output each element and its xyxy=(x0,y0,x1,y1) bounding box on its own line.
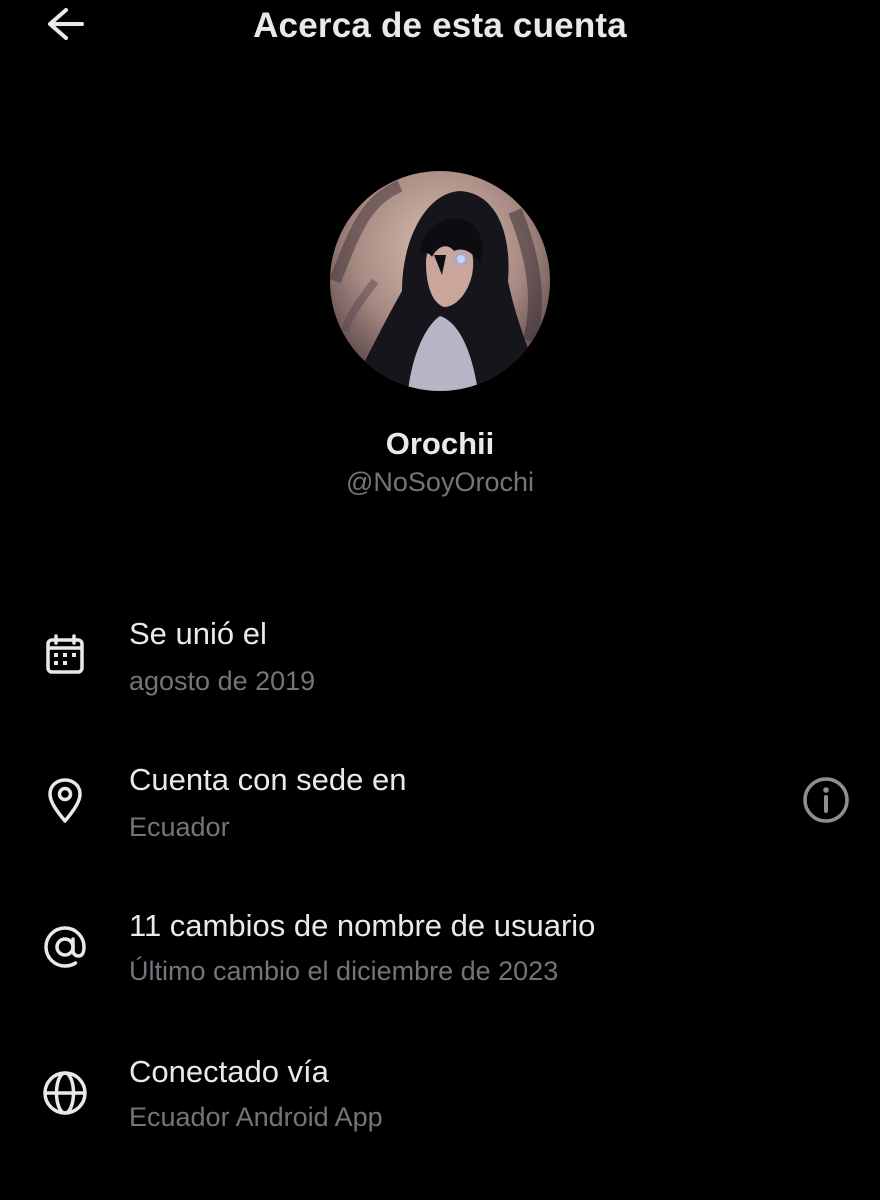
joined-date-row: Se unió el agosto de 2019 xyxy=(0,608,880,718)
location-value: Ecuador xyxy=(129,812,230,842)
avatar[interactable] xyxy=(330,171,550,391)
username-changes-label: 11 cambios de nombre de usuario xyxy=(129,908,596,943)
display-name: Orochii xyxy=(385,426,495,461)
top-bar: Acerca de esta cuenta xyxy=(0,0,880,56)
connected-via-row: Conectado vía Ecuador Android App xyxy=(0,1046,880,1156)
connected-via-value: Ecuador Android App xyxy=(129,1102,383,1132)
location-label: Cuenta con sede en xyxy=(129,762,407,797)
username-handle: @NoSoyOrochi xyxy=(346,467,534,497)
globe-icon xyxy=(38,1066,92,1120)
username-changes-row: 11 cambios de nombre de usuario Último c… xyxy=(0,900,880,1010)
location-info-button[interactable] xyxy=(798,774,854,830)
calendar-icon xyxy=(38,628,92,682)
connected-via-label: Conectado vía xyxy=(129,1054,329,1089)
username-changes-value: Último cambio el diciembre de 2023 xyxy=(129,956,559,986)
account-location-row: Cuenta con sede en Ecuador xyxy=(0,754,880,864)
location-pin-icon xyxy=(38,774,92,828)
at-sign-icon xyxy=(38,920,92,974)
joined-label: Se unió el xyxy=(129,616,267,651)
joined-value: agosto de 2019 xyxy=(129,666,316,696)
page-title: Acerca de esta cuenta xyxy=(253,6,627,45)
info-icon xyxy=(802,776,850,829)
